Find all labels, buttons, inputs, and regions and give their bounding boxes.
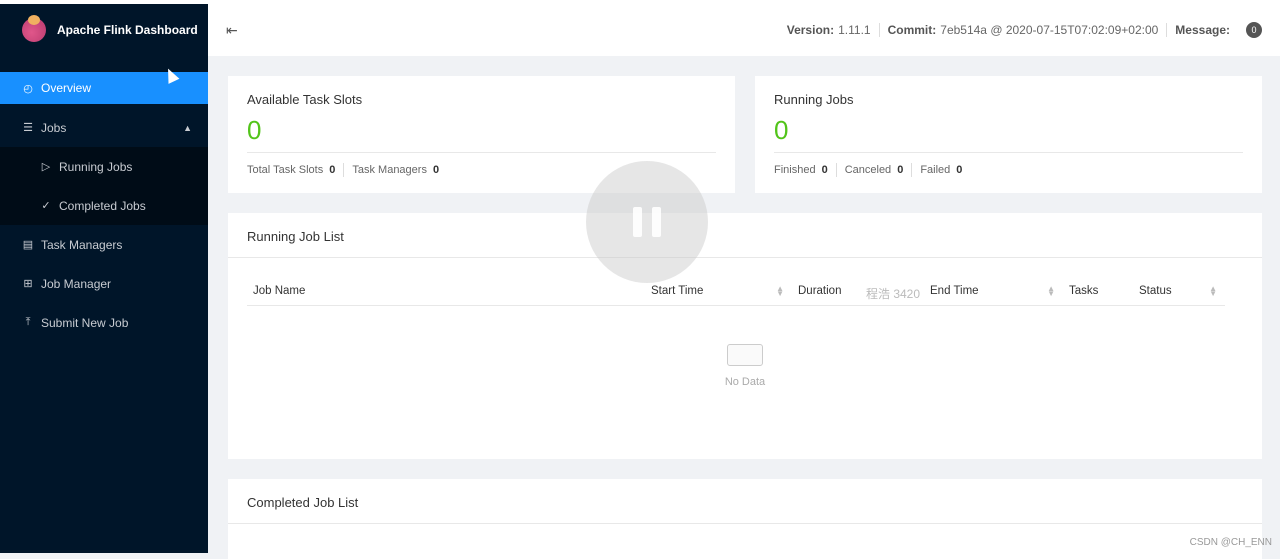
- schedule-icon: ▤: [22, 239, 34, 251]
- column-job-name[interactable]: Job Name: [247, 277, 645, 306]
- no-data-text: No Data: [724, 375, 766, 388]
- available-slots-value: 0: [247, 115, 716, 153]
- empty-state: No Data: [228, 343, 1262, 388]
- column-status[interactable]: Status ▲ ▼: [1133, 277, 1225, 306]
- message-label: Message:: [1175, 23, 1230, 37]
- divider: [1166, 23, 1168, 37]
- dashboard-icon: ◴: [23, 82, 33, 95]
- divider: [878, 23, 880, 37]
- pause-icon: [633, 207, 642, 237]
- canceled-label: Canceled: [844, 164, 892, 176]
- top-header: ⇤ Version: 1.11.1 Commit: 7eb514a @ 2020-0…: [208, 4, 1280, 56]
- version-value: 1.11.1: [838, 23, 871, 37]
- sidebar-item-label: Submit New Job: [41, 315, 129, 330]
- sort-icon[interactable]: ▲ ▼: [1047, 285, 1055, 298]
- logo[interactable]: Apache Flink Dashboard: [0, 4, 208, 56]
- sidebar-item-label: Running Jobs: [59, 159, 133, 174]
- app-title: Apache Flink Dashboard: [57, 23, 198, 37]
- upload-icon: ⤒: [25, 316, 31, 328]
- version-label: Version:: [786, 23, 835, 37]
- failed-label: Failed: [920, 164, 951, 176]
- card-title: Running Job List: [228, 213, 1262, 258]
- watermark: 程浩 3420: [866, 287, 921, 301]
- sidebar-item-jobs[interactable]: ☰ Jobs ▲: [0, 108, 208, 147]
- flink-logo-icon: [22, 15, 46, 42]
- finished-value: 0: [821, 164, 828, 176]
- credit-watermark: CSDN @CH_ENN: [1189, 537, 1272, 548]
- task-managers-label: Task Managers: [352, 164, 427, 176]
- total-slots-label: Total Task Slots: [247, 164, 324, 176]
- task-managers-value: 0: [432, 164, 440, 176]
- canceled-value: 0: [897, 164, 904, 176]
- sidebar-item-running-jobs[interactable]: ▷ Running Jobs: [0, 147, 208, 186]
- sort-icon[interactable]: ▲ ▼: [1209, 285, 1217, 298]
- check-circle-icon: ✓: [41, 200, 51, 212]
- running-job-table: Job Name Start Time ▲ ▼ Duration End Time ▲…: [247, 277, 1225, 306]
- menu-fold-icon[interactable]: ⇤: [226, 22, 238, 39]
- sidebar-item-label: Task Managers: [41, 237, 123, 252]
- list-icon: ☰: [23, 122, 33, 134]
- sidebar-item-submit-new-job[interactable]: ⤒ Submit New Job: [0, 303, 208, 342]
- running-job-list-card: Running Job List Job Name Start Time ▲ ▼ D…: [228, 213, 1262, 459]
- completed-job-list-card: Completed Job List: [228, 479, 1262, 559]
- play-circle-icon: ▷: [41, 161, 51, 173]
- sidebar-item-task-managers[interactable]: ▤ Task Managers: [0, 225, 208, 264]
- column-tasks[interactable]: Tasks: [1063, 277, 1133, 306]
- video-pause-overlay[interactable]: [586, 161, 708, 283]
- sort-icon[interactable]: ▲ ▼: [776, 285, 784, 298]
- sidebar-item-label: Jobs: [41, 120, 67, 135]
- sidebar-item-label: Completed Jobs: [59, 198, 146, 213]
- sidebar: Apache Flink Dashboard ◴ Overview ☰ Jobs ▲ …: [0, 4, 208, 553]
- commit-label: Commit:: [887, 23, 937, 37]
- running-jobs-card: Running Jobs 0 Finished 0 Canceled 0 Failed 0: [755, 76, 1262, 193]
- chevron-up-icon: ▲: [183, 122, 192, 133]
- card-title: Available Task Slots: [247, 92, 363, 107]
- card-title: Completed Job List: [228, 479, 1262, 524]
- sidebar-item-completed-jobs[interactable]: ✓ Completed Jobs: [0, 186, 208, 225]
- sidebar-item-label: Job Manager: [41, 276, 112, 291]
- sidebar-item-label: Overview: [41, 81, 92, 95]
- total-slots-value: 0: [329, 164, 336, 176]
- sidebar-item-job-manager[interactable]: ⊞ Job Manager: [0, 264, 208, 303]
- column-start-time[interactable]: Start Time ▲ ▼: [645, 277, 792, 306]
- commit-value: 7eb514a @ 2020-07-15T07:02:09+02:00: [940, 23, 1159, 37]
- card-title: Running Jobs: [774, 92, 854, 107]
- failed-value: 0: [956, 164, 963, 176]
- inbox-icon: [727, 343, 763, 366]
- running-jobs-value: 0: [774, 115, 1243, 153]
- cluster-icon: ⊞: [23, 278, 33, 290]
- column-end-time[interactable]: End Time ▲ ▼: [924, 277, 1063, 306]
- finished-label: Finished: [774, 164, 816, 176]
- message-badge[interactable]: 0: [1246, 22, 1262, 38]
